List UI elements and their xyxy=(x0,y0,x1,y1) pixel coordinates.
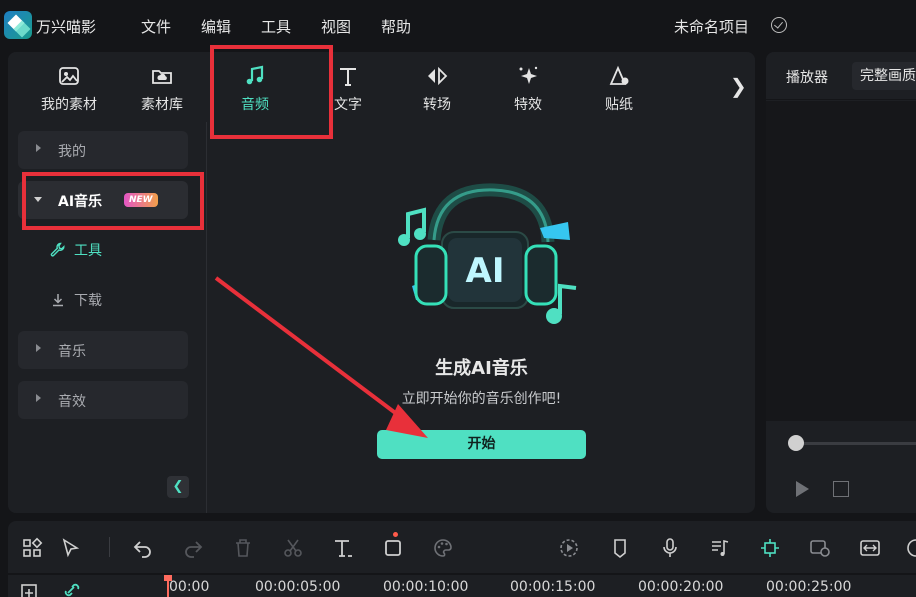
ai-illustration-label: AI xyxy=(466,251,505,291)
tab-stickers[interactable]: 贴纸 xyxy=(579,64,659,116)
marker-icon[interactable] xyxy=(609,537,631,559)
add-text-icon[interactable] xyxy=(332,537,354,559)
menu-edit[interactable]: 编辑 xyxy=(201,16,231,37)
delete-icon[interactable] xyxy=(232,537,254,559)
player-header: 播放器 完整画质 xyxy=(766,52,916,100)
tab-label: 素材库 xyxy=(141,97,183,113)
timecode-label: 00:00:05:00 xyxy=(255,579,341,595)
toolbar-divider xyxy=(109,537,110,557)
audio-list-icon[interactable] xyxy=(709,537,731,559)
title-bar: 万兴喵影 文件 编辑 工具 视图 帮助 未命名项目 xyxy=(0,0,916,50)
download-icon xyxy=(53,294,63,307)
wrench-icon xyxy=(50,242,65,257)
scissors-icon[interactable] xyxy=(282,537,304,559)
link-icon[interactable] xyxy=(62,583,82,597)
preview-screen[interactable] xyxy=(766,101,916,421)
redo-icon[interactable] xyxy=(182,537,204,559)
microphone-icon[interactable] xyxy=(659,537,681,559)
caret-right-icon xyxy=(36,344,41,352)
play-icon[interactable] xyxy=(796,481,809,497)
tab-label: 我的素材 xyxy=(41,97,97,113)
project-name[interactable]: 未命名项目 xyxy=(674,16,749,37)
tab-transitions[interactable]: 转场 xyxy=(397,64,477,116)
sidebar-item-music[interactable]: 音乐 xyxy=(18,331,188,369)
app-logo-icon xyxy=(4,11,32,39)
sidebar-subitem-label: 工具 xyxy=(74,243,102,259)
sidebar-item-label: 音效 xyxy=(58,394,86,410)
scrub-handle[interactable] xyxy=(788,435,804,451)
timecode-label: 00:00:20:00 xyxy=(638,579,724,595)
sparkle-effect-icon xyxy=(519,66,538,84)
app-name: 万兴喵影 xyxy=(36,18,97,36)
player-panel: 播放器 完整画质 xyxy=(766,52,916,513)
timeline-toolbar xyxy=(8,521,916,573)
collapse-sidebar-button[interactable]: ❮ xyxy=(167,476,189,498)
add-track-icon[interactable] xyxy=(21,583,41,597)
annotation-arrow xyxy=(214,276,428,438)
media-tab-bar: 我的素材 素材库 音频 文字 转场 特效 贴纸 ❯ xyxy=(8,52,755,122)
image-icon xyxy=(59,67,79,85)
tab-label: 贴纸 xyxy=(605,97,633,113)
tab-my-media[interactable]: 我的素材 xyxy=(29,64,109,116)
caret-right-icon xyxy=(36,144,41,152)
ai-snap-icon[interactable] xyxy=(759,537,781,559)
menu-view[interactable]: 视图 xyxy=(321,16,351,37)
color-palette-icon[interactable] xyxy=(432,537,454,559)
crop-box-icon[interactable] xyxy=(382,537,404,559)
notification-dot xyxy=(393,532,398,537)
save-status-check-icon[interactable] xyxy=(771,17,787,33)
undo-icon[interactable] xyxy=(132,537,154,559)
highlight-box-audio-tab xyxy=(210,45,333,139)
sidebar-item-label: 我的 xyxy=(58,144,86,160)
menu-tools[interactable]: 工具 xyxy=(261,16,291,37)
caret-right-icon xyxy=(36,394,41,402)
timecode-label: 00:00:10:00 xyxy=(383,579,469,595)
tab-label: 特效 xyxy=(514,97,542,113)
text-icon xyxy=(340,68,356,86)
timecode-label: 00:00 xyxy=(169,579,210,595)
sidebar-item-label: 音乐 xyxy=(58,344,86,360)
timecode-label: 00:00:15:00 xyxy=(510,579,596,595)
preview-render-icon[interactable] xyxy=(809,537,831,559)
transition-icon xyxy=(428,66,448,86)
more-options-icon[interactable] xyxy=(905,537,916,559)
cloud-folder-icon xyxy=(152,70,172,84)
highlight-box-ai-music xyxy=(22,172,204,230)
sidebar-subitem-tools[interactable]: 工具 xyxy=(50,240,102,260)
scrub-track[interactable] xyxy=(796,442,916,445)
sidebar-subitem-download[interactable]: 下载 xyxy=(50,290,102,310)
select-pointer-icon[interactable] xyxy=(60,537,82,559)
quality-select[interactable]: 完整画质 xyxy=(852,62,916,90)
layout-grid-icon[interactable] xyxy=(21,537,43,559)
sidebar-item-sound-effects[interactable]: 音效 xyxy=(18,381,188,419)
fit-timeline-icon[interactable] xyxy=(859,537,881,559)
sticker-icon xyxy=(609,65,629,85)
menu-help[interactable]: 帮助 xyxy=(381,16,411,37)
tab-stock-library[interactable]: 素材库 xyxy=(122,64,202,116)
sidebar-item-mine[interactable]: 我的 xyxy=(18,131,188,169)
sidebar-subitem-label: 下载 xyxy=(74,293,102,309)
tab-label: 转场 xyxy=(423,97,451,113)
speed-play-icon[interactable] xyxy=(558,537,580,559)
stop-icon[interactable] xyxy=(833,481,849,497)
tabs-next-chevron-icon[interactable]: ❯ xyxy=(730,74,747,98)
menu-file[interactable]: 文件 xyxy=(141,16,171,37)
tab-effects[interactable]: 特效 xyxy=(488,64,568,116)
timecode-label: 00:00:25:00 xyxy=(766,579,852,595)
player-tab[interactable]: 播放器 xyxy=(786,67,828,87)
